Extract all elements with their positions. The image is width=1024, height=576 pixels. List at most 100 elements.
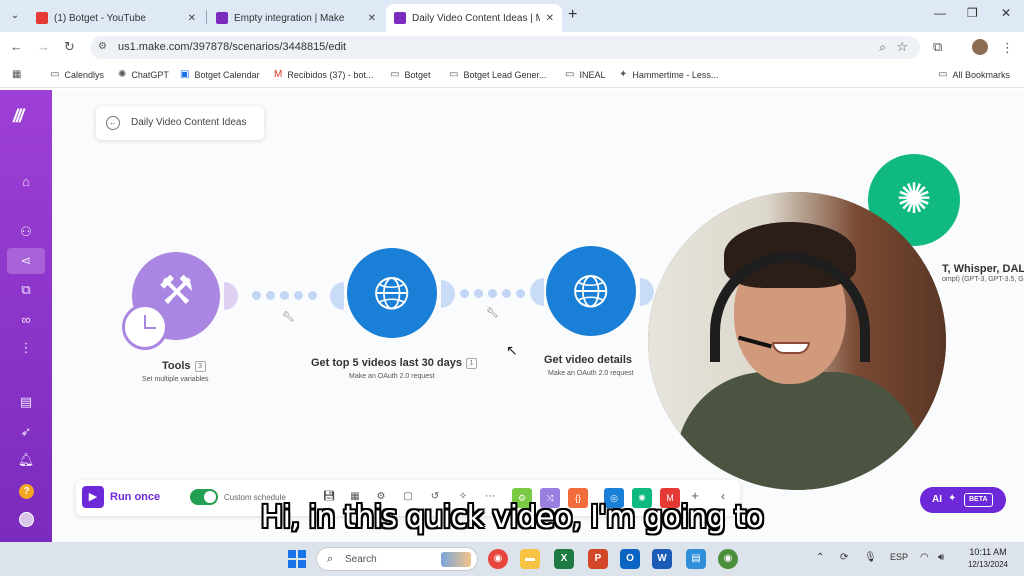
taskbar-search[interactable]: ⌕ Search — [316, 547, 478, 571]
all-bookmarks-label: All Bookmarks — [952, 69, 1010, 80]
taskbar-time[interactable]: 10:11 AM — [966, 547, 1010, 557]
tray-chevron-icon[interactable]: ⌃ — [816, 552, 824, 563]
bookmark-botget[interactable]: ▭ Botget — [390, 69, 430, 80]
excel-icon[interactable]: X — [554, 549, 574, 569]
home-icon[interactable]: ⌂ — [14, 172, 38, 192]
route-settings-wrench-icon[interactable]: 🔧︎ — [282, 312, 295, 323]
search-highlight-image — [441, 552, 471, 567]
help-icon[interactable]: ? — [19, 484, 34, 499]
language-indicator[interactable]: ESP — [890, 552, 908, 562]
zoom-icon[interactable]: ⌕ — [879, 40, 886, 55]
volume-icon[interactable]: 🔊︎ — [938, 552, 944, 563]
extensions-icon[interactable]: ⧉ — [933, 39, 942, 55]
address-bar[interactable]: ⚙ us1.make.com/397878/scenarios/3448815/… — [90, 36, 920, 59]
http-module-label: Get video details — [544, 354, 633, 366]
scenarios-share-icon[interactable]: ⋖ — [7, 248, 45, 274]
bookmark-calendlys[interactable]: ▭ Calendlys — [50, 69, 104, 80]
bookmark-label: Botget Lead Gener... — [463, 69, 547, 80]
webcam-presenter-smile — [772, 342, 810, 354]
folder-icon: ▭ — [938, 69, 948, 80]
folder-icon: ▭ — [449, 69, 459, 80]
module-connector[interactable] — [330, 282, 344, 310]
webcam-overlay — [648, 192, 946, 490]
sync-icon[interactable]: ⟳ — [840, 552, 848, 563]
more-icon[interactable]: ⋮ — [14, 338, 38, 358]
globe-icon: 🌐︎ — [572, 265, 610, 317]
close-icon[interactable]: ✕ — [368, 13, 376, 24]
forward-arrow-icon[interactable]: → — [37, 39, 50, 54]
site-settings-icon[interactable]: ⚙ — [98, 41, 107, 52]
route-dot — [488, 289, 497, 298]
restore-icon[interactable]: ❐ — [967, 6, 978, 20]
module-connector[interactable] — [224, 282, 238, 310]
schedule-clock-icon[interactable] — [122, 304, 168, 350]
file-explorer-icon[interactable]: ▬ — [520, 549, 540, 569]
bookmark-ineal[interactable]: ▭ INEAL — [565, 69, 605, 80]
back-arrow-icon[interactable]: ← — [106, 116, 120, 130]
bookmark-recibidos[interactable]: M Recibidos (37) - bot... — [274, 69, 373, 80]
window-close-icon[interactable]: ✕ — [1001, 6, 1011, 20]
browser-menu-icon[interactable]: ⋮ — [1001, 40, 1014, 56]
bookmark-botget-calendar[interactable]: ▣ Botget Calendar — [180, 69, 260, 80]
bookmark-botget-lead[interactable]: ▭ Botget Lead Gener... — [449, 69, 547, 80]
tools-module-label: Tools 3 — [162, 360, 206, 372]
reload-icon[interactable]: ↻ — [64, 39, 75, 55]
powerpoint-icon[interactable]: P — [588, 549, 608, 569]
new-tab-button[interactable]: + — [568, 6, 577, 24]
tab-title: (1) Botget - YouTube — [54, 12, 146, 24]
tab-search-chevron-icon[interactable]: ⌄ — [6, 7, 24, 25]
make-logo[interactable]: /// — [13, 106, 24, 127]
connections-link-icon[interactable]: ∞ — [14, 310, 38, 330]
bookmark-label: ChatGPT — [131, 69, 169, 80]
windows-taskbar: ⌕ Search ◉ ▬ X P O W ▤ ◉ ⌃ ⟳ 🎙︎ ESP ◠ 🔊︎… — [0, 542, 1024, 576]
tab-youtube[interactable]: (1) Botget - YouTube ✕ — [28, 4, 204, 32]
bookmark-hammertime[interactable]: ✦ Hammertime - Less... — [619, 69, 718, 80]
team-icon[interactable]: ⚇ — [14, 222, 38, 242]
notifications-bell-icon[interactable]: 🔔︎ — [14, 450, 38, 470]
http-module-get-top-videos[interactable]: 🌐︎ — [347, 248, 437, 338]
openai-module-subtitle: ompt) (GPT-3, GPT-3.5, G — [942, 276, 1024, 283]
apps-grid-icon[interactable]: ▦ — [12, 69, 26, 80]
outlook-icon[interactable]: O — [620, 549, 640, 569]
route-dot — [502, 289, 511, 298]
route-dot — [308, 291, 317, 300]
minimize-icon[interactable]: — — [934, 6, 946, 20]
close-icon[interactable]: ✕ — [188, 13, 196, 24]
route-dot — [294, 291, 303, 300]
module-connector[interactable] — [530, 278, 544, 306]
docs-book-icon[interactable]: ▤ — [14, 392, 38, 412]
browser-tab-bar: ⌄ (1) Botget - YouTube ✕ Empty integrati… — [0, 0, 1024, 32]
chrome-profile-icon[interactable]: ◉ — [718, 549, 738, 569]
chrome-icon[interactable]: ◉ — [488, 549, 508, 569]
http-module-subtitle: Make an OAuth 2.0 request — [349, 373, 435, 380]
scenario-name[interactable]: Daily Video Content Ideas — [131, 117, 246, 128]
back-arrow-icon[interactable]: ← — [10, 39, 23, 54]
tab-daily-video-content-ideas[interactable]: Daily Video Content Ideas | Ma ✕ — [386, 4, 562, 32]
scenario-back-chip[interactable]: ← Daily Video Content Ideas — [96, 106, 264, 140]
close-icon[interactable]: ✕ — [546, 13, 554, 24]
route-dot — [252, 291, 261, 300]
tab-empty-integration[interactable]: Empty integration | Make ✕ — [208, 4, 384, 32]
profile-avatar[interactable] — [972, 39, 988, 55]
bookmark-star-icon[interactable]: ☆ — [896, 39, 908, 55]
http-module-get-video-details[interactable]: 🌐︎ — [546, 246, 636, 336]
bookmark-label: Calendlys — [64, 69, 104, 80]
module-connector[interactable] — [441, 280, 455, 308]
folder-icon: ▭ — [390, 69, 400, 80]
word-icon[interactable]: W — [652, 549, 672, 569]
url-text[interactable]: us1.make.com/397878/scenarios/3448815/ed… — [118, 41, 346, 53]
rocket-icon[interactable]: ➶ — [14, 422, 38, 442]
all-bookmarks[interactable]: ▭ All Bookmarks — [938, 69, 1010, 80]
microphone-icon[interactable]: 🎙︎ — [864, 552, 877, 563]
route-dot — [516, 289, 525, 298]
bookmark-chatgpt[interactable]: ✺ ChatGPT — [118, 69, 169, 80]
windows-start-icon[interactable] — [288, 550, 306, 568]
wifi-icon[interactable]: ◠ — [920, 552, 929, 563]
search-icon: ⌕ — [327, 553, 334, 565]
route-settings-wrench-icon[interactable]: 🔧︎ — [486, 308, 499, 319]
folder-icon: ▭ — [565, 69, 575, 80]
taskbar-date[interactable]: 12/13/2024 — [962, 560, 1014, 569]
tab-title: Daily Video Content Ideas | Ma — [412, 12, 540, 24]
notepad-icon[interactable]: ▤ — [686, 549, 706, 569]
templates-icon[interactable]: ⧉ — [14, 280, 38, 300]
